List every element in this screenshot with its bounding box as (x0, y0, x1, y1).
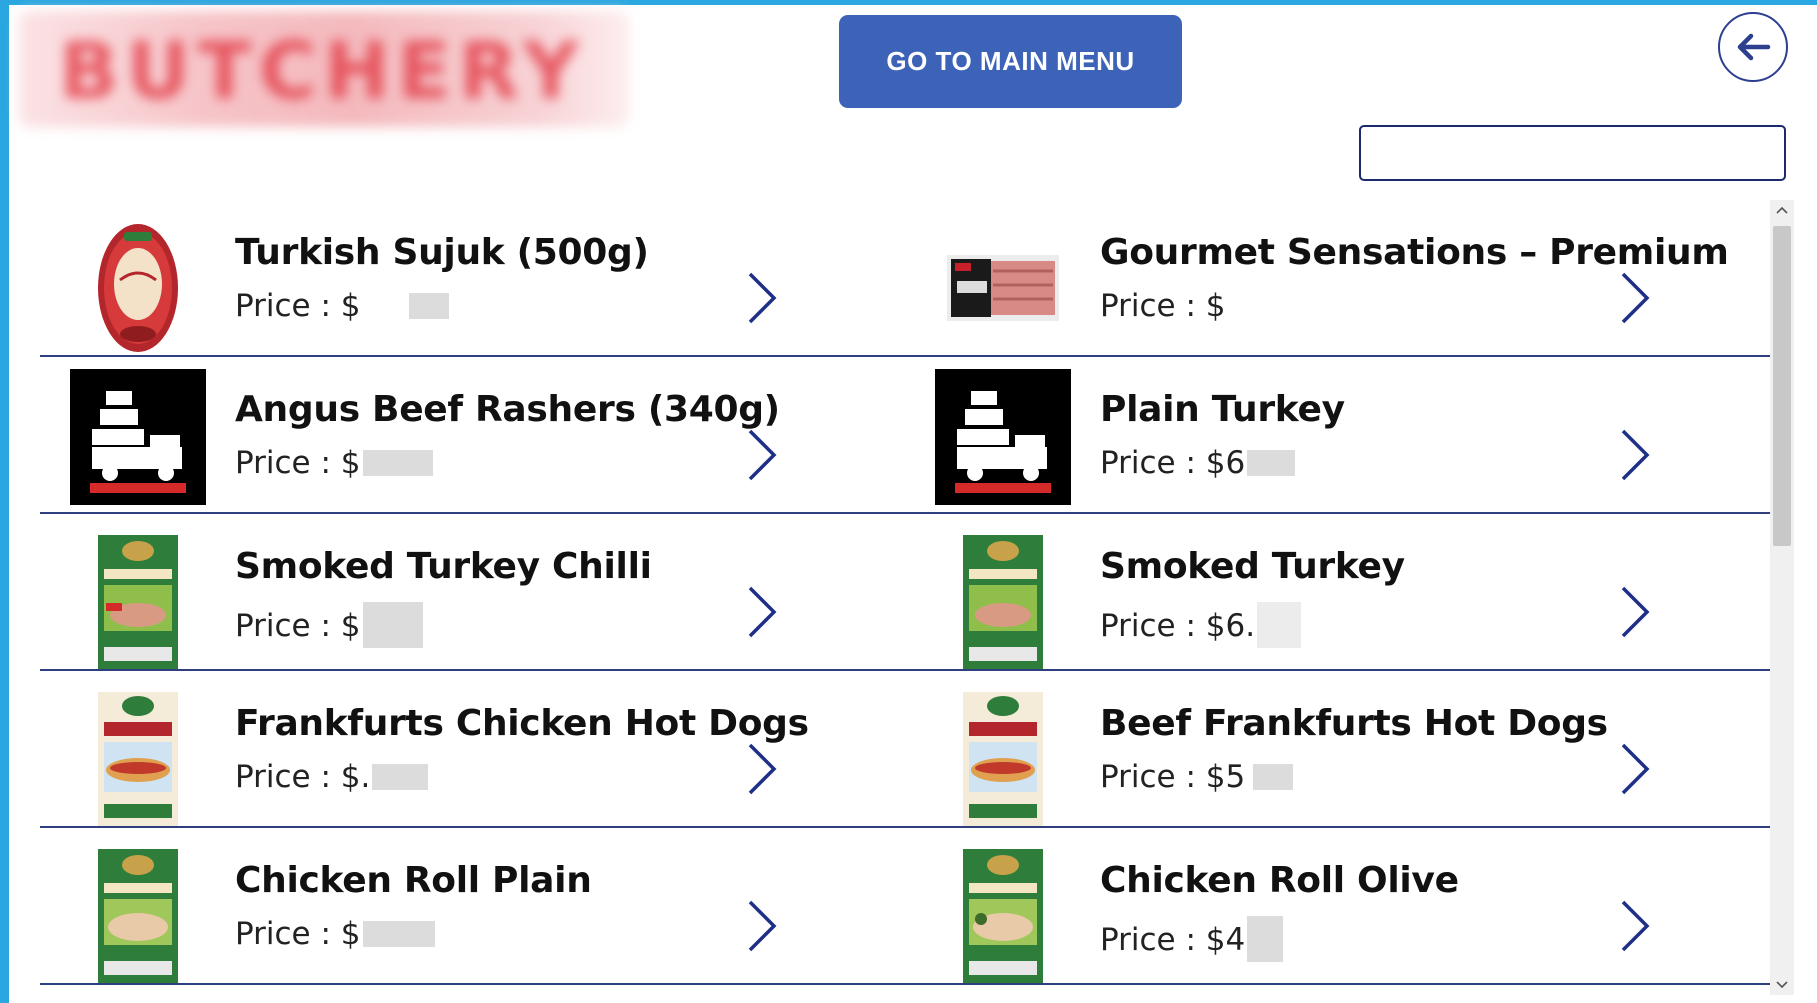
arrow-left-icon (1737, 33, 1771, 61)
product-price: Price : $ (1100, 288, 1226, 324)
product-price-text: Price : $ (235, 916, 361, 952)
app-screen: BUTCHERY GO TO MAIN MENU Turkish Sujuk (… (9, 5, 1817, 1003)
product-card[interactable]: Frankfurts Chicken Hot Dogs Price : $. (40, 671, 905, 828)
go-to-main-menu-button[interactable]: GO TO MAIN MENU (839, 15, 1182, 108)
logo-text: BUTCHERY (59, 27, 588, 117)
chevron-right-icon[interactable] (1615, 268, 1655, 328)
product-price: Price : $ (235, 445, 433, 481)
chevron-right-icon[interactable] (742, 582, 782, 642)
product-title: Chicken Roll Olive (1100, 860, 1459, 901)
product-gallery: Turkish Sujuk (500g) Price : $ Gourmet S… (40, 200, 1770, 995)
search-input[interactable] (1359, 125, 1786, 181)
gallery-row: Turkish Sujuk (500g) Price : $ Gourmet S… (40, 200, 1770, 357)
product-title: Angus Beef Rashers (340g) (235, 389, 780, 430)
butchery-logo: BUTCHERY (19, 11, 629, 127)
product-price-text: Price : $6 (1100, 445, 1246, 481)
frankfurts-package-icon (935, 691, 1071, 827)
product-card[interactable]: Plain Turkey Price : $6 (905, 357, 1770, 514)
product-price-text: Price : $ (1100, 288, 1226, 324)
gallery-row: Smoked Turkey Chilli Price : $ Smoked Tu… (40, 514, 1770, 671)
product-card[interactable]: Chicken Roll Plain Price : $ (40, 828, 905, 985)
product-price: Price : $ (235, 288, 449, 324)
redacted-price-blur (362, 602, 423, 648)
turkey-bacon-package-icon (935, 220, 1071, 356)
product-title: Plain Turkey (1100, 389, 1345, 430)
product-price-text: Price : $. (235, 759, 371, 795)
vertical-scrollbar[interactable] (1770, 200, 1794, 995)
chicken-roll-package-icon (935, 848, 1071, 984)
product-price-text: Price : $ (235, 288, 361, 324)
product-card[interactable]: Gourmet Sensations – Premium Price : $ (905, 200, 1770, 357)
product-title: Chicken Roll Plain (235, 860, 592, 901)
chevron-right-icon[interactable] (1615, 582, 1655, 642)
gallery-row: Angus Beef Rashers (340g) Price : $ Plai… (40, 357, 1770, 514)
back-button[interactable] (1718, 12, 1788, 82)
product-title: Smoked Turkey (1100, 546, 1405, 587)
scroll-down-icon[interactable] (1770, 975, 1794, 995)
frankfurts-package-icon (70, 691, 206, 827)
redacted-price-blur (1257, 602, 1302, 648)
chicken-roll-package-icon (70, 848, 206, 984)
smoked-turkey-package-icon (935, 534, 1071, 670)
chevron-right-icon[interactable] (742, 896, 782, 956)
product-price: Price : $ (235, 916, 435, 952)
product-price: Price : $4 (1100, 916, 1284, 962)
smoked-turkey-package-icon (70, 534, 206, 670)
product-price: Price : $5 (1100, 759, 1294, 795)
chevron-right-icon[interactable] (742, 268, 782, 328)
redacted-price-blur (362, 921, 435, 947)
gallery-row: Chicken Roll Plain Price : $ Chicken Rol… (40, 828, 1770, 985)
scrollbar-thumb[interactable] (1773, 226, 1791, 546)
product-price-text: Price : $6. (1100, 608, 1256, 644)
product-card[interactable]: Chicken Roll Olive Price : $4 (905, 828, 1770, 985)
chevron-right-icon[interactable] (742, 425, 782, 485)
gallery-row: Frankfurts Chicken Hot Dogs Price : $. B… (40, 671, 1770, 828)
redacted-price-blur (1253, 764, 1294, 790)
product-card[interactable]: Smoked Turkey Chilli Price : $ (40, 514, 905, 671)
product-price-text: Price : $ (235, 608, 361, 644)
product-price: Price : $. (235, 759, 429, 795)
product-price-text: Price : $ (235, 445, 361, 481)
product-price-text: Price : $4 (1100, 922, 1246, 958)
chevron-right-icon[interactable] (742, 739, 782, 799)
scroll-up-icon[interactable] (1770, 200, 1794, 220)
product-title: Beef Frankfurts Hot Dogs (1100, 703, 1608, 744)
butchery-logo-icon (935, 369, 1071, 505)
redacted-price-blur (1247, 450, 1296, 476)
product-title: Frankfurts Chicken Hot Dogs (235, 703, 809, 744)
redacted-price-blur (362, 450, 433, 476)
sujuk-package-icon (70, 220, 206, 356)
product-card[interactable]: Smoked Turkey Price : $6. (905, 514, 1770, 671)
product-title: Gourmet Sensations – Premium (1100, 232, 1729, 273)
redacted-price-blur (372, 764, 429, 790)
product-price: Price : $ (235, 602, 423, 648)
product-price-text: Price : $5 (1100, 759, 1246, 795)
product-card[interactable]: Beef Frankfurts Hot Dogs Price : $5 (905, 671, 1770, 828)
chevron-right-icon[interactable] (1615, 896, 1655, 956)
redacted-price-blur (1247, 916, 1284, 962)
product-price: Price : $6 (1100, 445, 1296, 481)
product-title: Turkish Sujuk (500g) (235, 232, 649, 273)
product-card[interactable]: Turkish Sujuk (500g) Price : $ (40, 200, 905, 357)
product-card[interactable]: Angus Beef Rashers (340g) Price : $ (40, 357, 905, 514)
butchery-logo-icon (70, 369, 206, 505)
chevron-right-icon[interactable] (1615, 425, 1655, 485)
chevron-right-icon[interactable] (1615, 739, 1655, 799)
product-title: Smoked Turkey Chilli (235, 546, 652, 587)
redacted-price-blur (408, 293, 449, 319)
product-price: Price : $6. (1100, 602, 1302, 648)
